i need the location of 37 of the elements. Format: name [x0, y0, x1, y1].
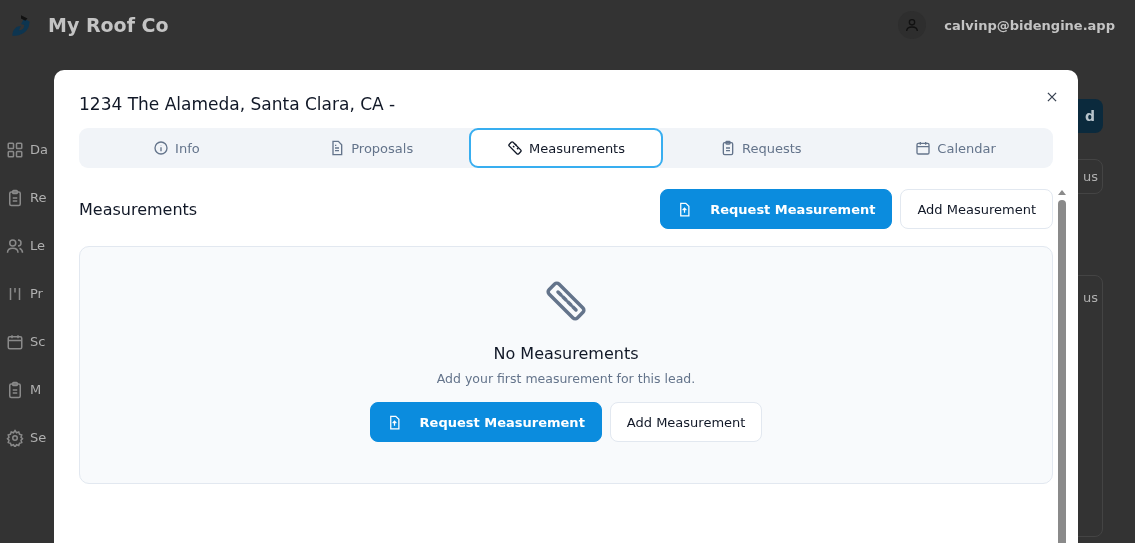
add-measurement-button[interactable]: Add Measurement	[900, 189, 1053, 229]
scrollbar-thumb[interactable]	[1058, 200, 1066, 543]
clipboard-icon	[720, 140, 736, 156]
sidebar-item[interactable]: Da	[0, 138, 54, 161]
close-icon[interactable]	[1045, 90, 1059, 104]
sidebar-item[interactable]: Sc	[0, 330, 54, 353]
users-icon	[6, 236, 24, 255]
tab[interactable]: Calendar	[858, 128, 1053, 168]
tab[interactable]: Proposals	[273, 128, 469, 168]
file-upload-icon	[677, 201, 693, 217]
sidebar-item[interactable]: Se	[0, 426, 54, 449]
tab[interactable]: Requests	[663, 128, 859, 168]
grid-icon	[6, 140, 24, 159]
add-measurement-button[interactable]: Add Measurement	[609, 402, 763, 442]
request-measurement-button[interactable]: Request Measurement	[660, 189, 893, 229]
tab[interactable]: Info	[79, 128, 274, 168]
clipboard-icon	[6, 380, 24, 399]
card-heading: us	[1082, 289, 1099, 307]
dialog-title: 1234 The Alameda, Santa Clara, CA -	[79, 94, 396, 114]
clipboard-icon	[6, 188, 24, 207]
calendar-icon	[915, 140, 932, 156]
tab[interactable]: Measurements	[468, 128, 664, 168]
scroll-up-icon[interactable]	[1057, 188, 1067, 196]
info-icon	[153, 140, 170, 156]
sidebar-item[interactable]: Le	[0, 234, 54, 257]
request-measurement-button[interactable]: Request Measurement	[369, 402, 602, 442]
ruler-icon	[506, 140, 523, 156]
user-email[interactable]: calvinp@bidengine.app	[944, 17, 1115, 33]
section-title: Measurements	[79, 199, 198, 219]
empty-state-title: No Measurements	[493, 344, 639, 363]
calendar-icon	[6, 332, 24, 351]
sidebar-item[interactable]: M	[0, 378, 54, 401]
brand-name: My Roof Co	[48, 14, 169, 36]
empty-state-message: Add your first measurement for this lead.	[436, 371, 696, 386]
sidebar-item[interactable]: Pr	[0, 282, 54, 305]
gear-icon	[6, 428, 24, 447]
sidebar-item[interactable]: Re	[0, 186, 54, 209]
